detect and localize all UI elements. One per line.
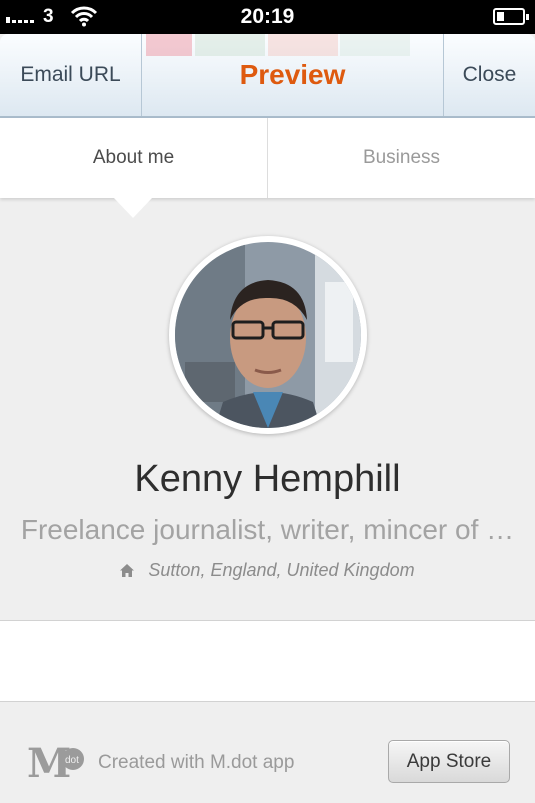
avatar <box>169 236 367 434</box>
profile-location: Sutton, England, United Kingdom <box>0 560 535 581</box>
content-panel <box>0 620 535 702</box>
active-tab-pointer <box>114 198 152 218</box>
svg-text:dot: dot <box>65 755 79 766</box>
navigation-bar: Email URL Preview Close <box>0 34 535 118</box>
profile-section: Kenny Hemphill Freelance journalist, wri… <box>0 198 535 620</box>
status-time: 20:19 <box>240 5 295 28</box>
status-bar: 3 20:19 <box>0 0 535 34</box>
tab-business[interactable]: Business <box>268 118 535 198</box>
tab-bar: About me Business <box>0 118 535 198</box>
location-text: Sutton, England, United Kingdom <box>148 560 415 580</box>
app-store-button[interactable]: App Store <box>388 740 510 783</box>
home-icon <box>120 564 135 577</box>
page-title: Preview <box>239 59 346 90</box>
mdot-logo: M dot <box>27 741 84 781</box>
created-with-label: Created with M.dot app <box>98 752 295 773</box>
battery-icon <box>493 8 529 25</box>
profile-tagline: Freelance journalist, writer, mincer of … <box>20 514 515 545</box>
profile-photo <box>175 242 361 428</box>
profile-name: Kenny Hemphill <box>134 458 401 500</box>
tab-about-me[interactable]: About me <box>0 118 268 198</box>
email-url-button[interactable]: Email URL <box>0 34 142 116</box>
footer: M dot Created with M.dot app App Store <box>0 703 535 803</box>
close-button[interactable]: Close <box>443 34 535 116</box>
